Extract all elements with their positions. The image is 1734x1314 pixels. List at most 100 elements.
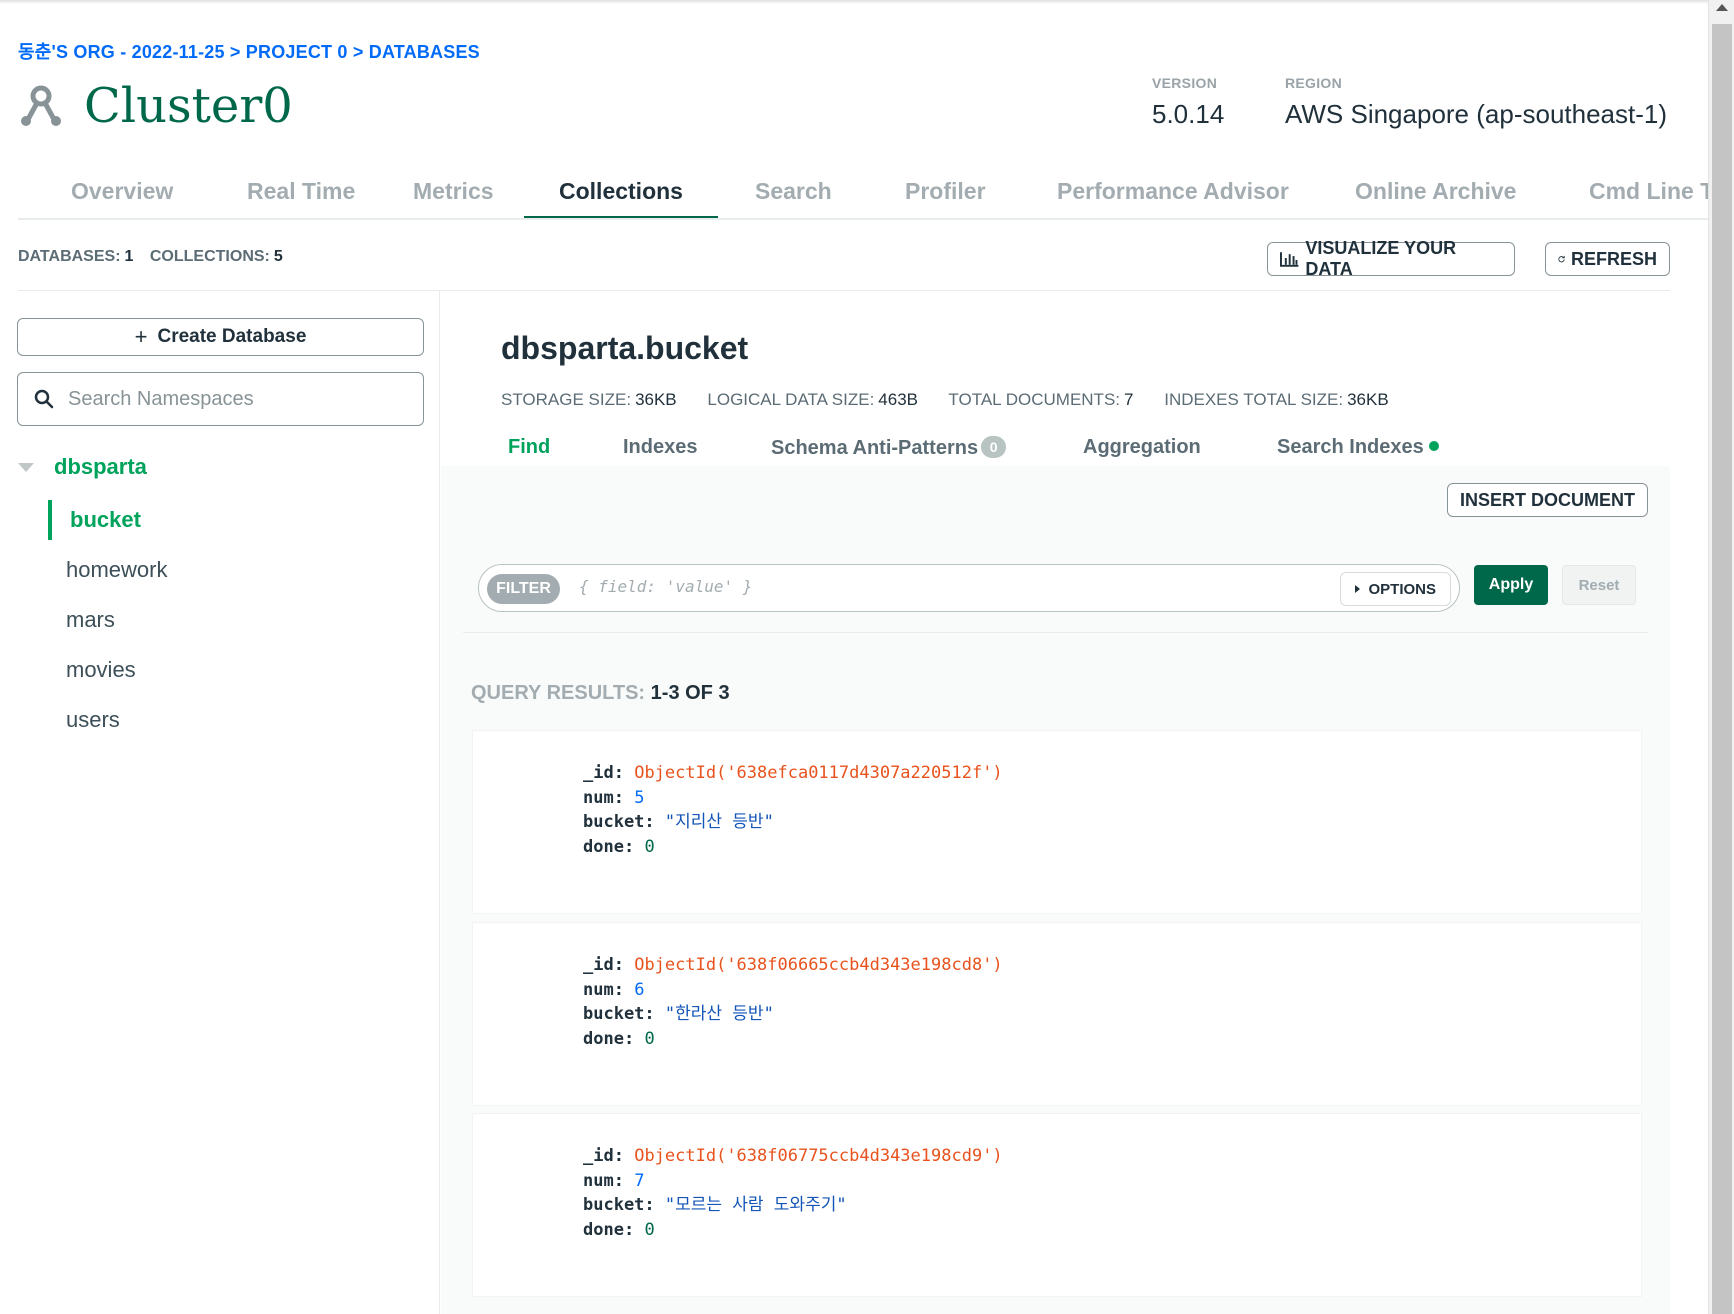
field-id: _id: ObjectId('638efca0117d4307a220512f'… (583, 761, 1003, 786)
page-scrollbar[interactable] (1708, 0, 1734, 1314)
reset-button[interactable]: Reset (1562, 565, 1636, 605)
options-button[interactable]: OPTIONS (1340, 572, 1451, 606)
field-num: num: 7 (583, 1169, 1003, 1194)
sidebar-collection-users[interactable]: users (48, 700, 120, 740)
collections-label: COLLECTIONS: (149, 248, 270, 265)
value-done: 0 (644, 1028, 655, 1049)
cluster-counts: DATABASES: 1 COLLECTIONS: 5 (18, 248, 295, 266)
search-namespaces (17, 372, 424, 426)
key-id: _id: (583, 763, 624, 783)
tab-online-archive[interactable]: Online Archive (1320, 168, 1551, 218)
value-done: 0 (644, 836, 655, 857)
version-block: VERSION 5.0.14 (1152, 75, 1224, 130)
region-value: AWS Singapore (ap-southeast-1) (1285, 99, 1668, 129)
sidebar-database-dbsparta[interactable]: dbsparta (18, 454, 147, 480)
filter-label: FILTER (487, 574, 560, 604)
tab-profiler[interactable]: Profiler (870, 168, 1021, 218)
field-bucket: bucket: "지리산 등반" (583, 810, 1003, 835)
field-num: num: 5 (583, 786, 1003, 811)
region-block: REGION AWS Singapore (ap-southeast-1) (1285, 75, 1667, 130)
sidebar-collection-movies[interactable]: movies (48, 650, 136, 690)
field-num: num: 6 (583, 978, 1003, 1003)
scroll-up-arrow-icon[interactable] (1716, 4, 1728, 11)
filter-input[interactable]: { field: 'value' } (579, 577, 752, 596)
insert-document-button[interactable]: INSERT DOCUMENT (1447, 483, 1648, 517)
storage-size-value: 36KB (635, 390, 677, 409)
search-indexes-label: Search Indexes (1277, 436, 1424, 458)
schema-anti-patterns-label: Schema Anti-Patterns (771, 437, 979, 459)
status-dot-icon (1428, 441, 1439, 451)
refresh-button[interactable]: REFRESH (1545, 242, 1670, 276)
caret-down-icon[interactable] (18, 462, 34, 472)
value-num: 6 (634, 979, 645, 1000)
refresh-icon (1558, 255, 1565, 263)
key-done: done: (583, 1219, 635, 1240)
top-shadow (0, 0, 1708, 4)
tab-search[interactable]: Search (720, 168, 867, 218)
tab-real-time[interactable]: Real Time (212, 168, 390, 218)
database-name: dbsparta (54, 454, 147, 479)
document-card[interactable]: _id: ObjectId('638f06665ccb4d343e198cd8'… (472, 922, 1642, 1106)
key-bucket: bucket: (583, 812, 655, 832)
field-done: done: 0 (583, 835, 1003, 860)
subtab-schema-anti-patterns[interactable]: Schema Anti-Patterns 0 (771, 436, 1007, 460)
indexes-total-size-value: 36KB (1347, 390, 1389, 409)
field-done: done: 0 (583, 1027, 1003, 1052)
subtab-search-indexes[interactable]: Search Indexes (1277, 436, 1439, 459)
sidebar-divider (439, 291, 440, 1314)
sidebar-collection-homework[interactable]: homework (48, 550, 167, 590)
document-fields: _id: ObjectId('638f06775ccb4d343e198cd9'… (583, 1144, 1003, 1242)
create-database-button[interactable]: + Create Database (17, 318, 424, 356)
total-documents: TOTAL DOCUMENTS: 7 (948, 390, 1133, 409)
document-fields: _id: ObjectId('638efca0117d4307a220512f'… (583, 761, 1003, 859)
subtab-find[interactable]: Find (508, 436, 550, 459)
query-results-count: 1-3 OF 3 (650, 682, 730, 704)
key-done: done: (583, 1028, 635, 1049)
visualize-data-button[interactable]: VISUALIZE YOUR DATA (1267, 238, 1515, 279)
refresh-label: REFRESH (1570, 248, 1657, 269)
filter-bar: FILTER { field: 'value' } OPTIONS (478, 564, 1460, 612)
key-id: _id: (583, 1146, 624, 1166)
breadcrumb[interactable]: 동춘'S ORG - 2022-11-25 > PROJECT 0 > DATA… (18, 38, 480, 64)
value-bucket: "모르는 사람 도와주기" (664, 1195, 847, 1215)
find-panel: INSERT DOCUMENT FILTER { field: 'value' … (441, 466, 1670, 1314)
value-bucket: "한라산 등반" (664, 1004, 774, 1024)
document-card[interactable]: _id: ObjectId('638efca0117d4307a220512f'… (472, 730, 1642, 914)
total-documents-value: 7 (1124, 390, 1134, 409)
scrollbar-thumb[interactable] (1712, 24, 1732, 1314)
tab-collections[interactable]: Collections (524, 168, 718, 218)
create-database-label: Create Database (157, 326, 307, 347)
key-bucket: bucket: (583, 1004, 655, 1024)
tab-overview[interactable]: Overview (36, 168, 208, 218)
sidebar-collection-bucket[interactable]: bucket (48, 500, 141, 540)
value-id: ObjectId('638efca0117d4307a220512f') (634, 763, 1003, 783)
logical-data-size-value: 463B (878, 390, 918, 409)
query-results-label: QUERY RESULTS: (471, 682, 646, 704)
cluster-icon (21, 85, 61, 126)
document-card[interactable]: _id: ObjectId('638f06775ccb4d343e198cd9'… (472, 1113, 1642, 1297)
field-id: _id: ObjectId('638f06665ccb4d343e198cd8'… (583, 953, 1003, 978)
region-label: REGION (1285, 75, 1343, 91)
value-num: 5 (634, 787, 645, 808)
apply-button[interactable]: Apply (1474, 565, 1548, 605)
subtab-aggregation[interactable]: Aggregation (1083, 436, 1201, 459)
value-bucket: "지리산 등반" (664, 812, 774, 832)
cluster-title: Cluster0 (84, 78, 293, 134)
key-id: _id: (583, 955, 624, 975)
subtab-indexes[interactable]: Indexes (623, 436, 697, 459)
key-num: num: (583, 787, 624, 808)
collections-count: 5 (273, 248, 283, 265)
namespace-stats: STORAGE SIZE: 36KB LOGICAL DATA SIZE: 463B… (501, 390, 1415, 410)
key-num: num: (583, 979, 624, 1000)
bar-chart-icon (1280, 252, 1299, 267)
sidebar-collection-mars[interactable]: mars (48, 600, 115, 640)
plus-icon: + (134, 324, 148, 349)
tab-performance-advisor[interactable]: Performance Advisor (1022, 168, 1324, 218)
cluster-tabs: Overview Real Time Metrics Collections S… (18, 168, 1708, 220)
value-done: 0 (644, 1219, 655, 1240)
search-namespaces-input[interactable] (68, 387, 388, 411)
tab-metrics[interactable]: Metrics (378, 168, 529, 218)
tab-cmd-line-tools[interactable]: Cmd Line Tools (1554, 168, 1708, 218)
cluster-header: Cluster0 (18, 78, 293, 134)
value-id: ObjectId('638f06665ccb4d343e198cd8') (634, 955, 1003, 975)
